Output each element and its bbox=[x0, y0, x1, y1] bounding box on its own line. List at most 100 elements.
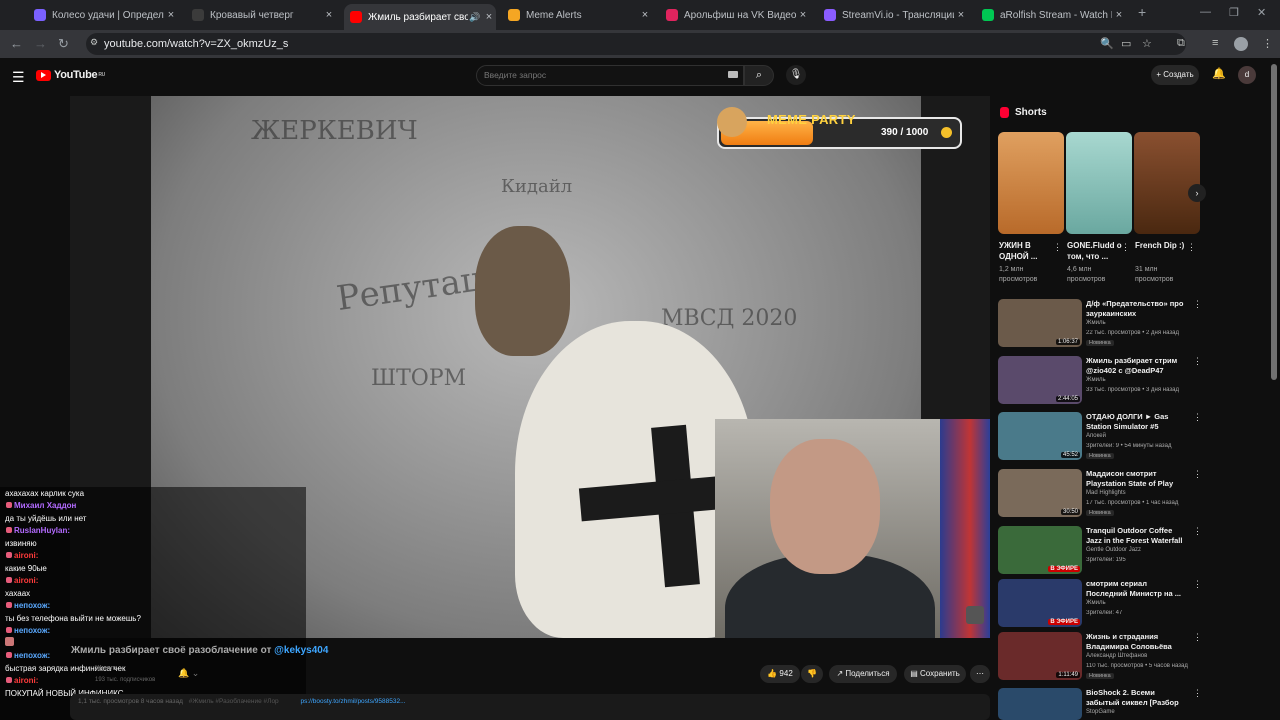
recommended-video[interactable]: В ЭФИРЕ смотрим сериал Последний Министр… bbox=[998, 579, 1202, 633]
webcam-overlay bbox=[715, 419, 990, 638]
maximize-icon[interactable]: ❐ bbox=[1229, 6, 1239, 19]
video-menu-icon[interactable]: ⋮ bbox=[1193, 632, 1202, 643]
tab-close-icon[interactable]: × bbox=[322, 9, 336, 21]
save-button[interactable]: ▤ Сохранить bbox=[904, 665, 966, 683]
video-menu-icon[interactable]: ⋮ bbox=[1193, 299, 1202, 310]
notifications-bell-icon[interactable]: 🔔 bbox=[1212, 67, 1226, 80]
forward-icon[interactable]: → bbox=[34, 36, 47, 51]
media-control-icon[interactable]: ≡ bbox=[1212, 37, 1218, 49]
recommended-video[interactable]: BioShock 2. Всеми забытый сиквел [Разбор… bbox=[998, 688, 1202, 720]
recommended-video[interactable]: 45:52 ОТДАЮ ДОЛГИ ► Gas Station Simulato… bbox=[998, 412, 1202, 466]
share-button[interactable]: ↗ Поделиться bbox=[829, 665, 897, 683]
chat-badge-icon bbox=[6, 677, 12, 683]
keyboard-icon[interactable] bbox=[728, 71, 738, 78]
search-input[interactable]: Введите запрос bbox=[476, 65, 744, 86]
tab-close-icon[interactable]: × bbox=[796, 9, 810, 21]
tab-favicon-icon bbox=[666, 9, 678, 21]
short-title[interactable]: GONE.Fludd о том, что ... bbox=[1067, 240, 1123, 262]
extensions-icon[interactable]: ⧉ bbox=[1177, 37, 1185, 50]
emote-icon bbox=[5, 637, 14, 646]
description-link[interactable]: ps://boosty.to/zhmil/posts/9588532... bbox=[300, 698, 405, 705]
hamburger-menu-icon[interactable]: ☰ bbox=[12, 69, 25, 86]
video-menu-icon[interactable]: ⋮ bbox=[1193, 526, 1202, 537]
close-window-icon[interactable]: ✕ bbox=[1257, 6, 1266, 19]
video-thumbnail: 2:44:05 bbox=[998, 356, 1082, 404]
tab-favicon-icon bbox=[982, 9, 994, 21]
address-input[interactable]: youtube.com/watch?v=ZX_okmzUz_s bbox=[86, 33, 1186, 55]
new-tab-icon[interactable]: + bbox=[1138, 4, 1146, 20]
short-title[interactable]: УЖИН В ОДНОЙ ... bbox=[999, 240, 1055, 262]
video-menu-icon[interactable]: ⋮ bbox=[1193, 412, 1202, 423]
recommended-video[interactable]: 1:11:49 Жизнь и страдания Владимира Соло… bbox=[998, 632, 1202, 686]
chat-username: Михаил Хаддон bbox=[0, 500, 306, 512]
channel-name[interactable]: Жмиль bbox=[95, 665, 118, 672]
more-actions-button[interactable]: ⋯ bbox=[970, 665, 990, 683]
page-scrollbar[interactable] bbox=[1271, 64, 1277, 380]
tab-bloody-thursday[interactable]: Кровавый четверг × bbox=[186, 4, 336, 26]
short-menu-icon[interactable]: ⋮ bbox=[1121, 242, 1130, 253]
tab-close-icon[interactable]: × bbox=[482, 11, 496, 23]
chrome-menu-icon[interactable]: ⋮ bbox=[1262, 37, 1273, 50]
short-menu-icon[interactable]: ⋮ bbox=[1053, 242, 1062, 253]
like-button[interactable]: 👍 942 bbox=[760, 665, 800, 683]
tab-youtube-video[interactable]: Жмиль разбирает своё ра 🔊 × bbox=[344, 4, 496, 30]
tab-label: Жмиль разбирает своё ра bbox=[368, 11, 468, 23]
tab-close-icon[interactable]: × bbox=[164, 9, 178, 21]
chat-badge-icon bbox=[6, 502, 12, 508]
video-menu-icon[interactable]: ⋮ bbox=[1193, 469, 1202, 480]
youtube-logo[interactable]: YouTube RU bbox=[36, 69, 105, 81]
chat-badge-icon bbox=[6, 627, 12, 633]
tab-arolfish-stream[interactable]: aRolfish Stream - Watch Live on × bbox=[976, 4, 1126, 26]
tab-wheel-of-fortune[interactable]: Колесо удачи | Определите по × bbox=[28, 4, 178, 26]
subscribe-bell-icon[interactable]: 🔔 ⌄ bbox=[178, 668, 199, 679]
video-menu-icon[interactable]: ⋮ bbox=[1193, 579, 1202, 590]
video-menu-icon[interactable]: ⋮ bbox=[1193, 688, 1202, 699]
short-views: 1,2 млн просмотров bbox=[999, 266, 1038, 283]
zoom-icon[interactable]: 🔍 bbox=[1100, 37, 1114, 50]
short-thumbnail[interactable] bbox=[998, 132, 1064, 234]
voice-search-button[interactable]: 🎙 bbox=[786, 65, 806, 85]
minimize-icon[interactable]: — bbox=[1200, 6, 1211, 18]
recommended-video[interactable]: 1:06:37 Д/ф «Предательство» про зауркаин… bbox=[998, 299, 1202, 353]
shorts-heading: Shorts bbox=[1000, 107, 1047, 118]
site-info-icon[interactable]: ⚙ bbox=[90, 37, 98, 48]
tab-meme-alerts[interactable]: Meme Alerts × bbox=[502, 4, 652, 26]
speaker-icon[interactable]: 🔊 bbox=[468, 12, 482, 23]
profile-avatar-icon[interactable] bbox=[1234, 37, 1248, 51]
short-thumbnail[interactable] bbox=[1134, 132, 1200, 234]
video-thumbnail: В ЭФИРЕ bbox=[998, 526, 1082, 574]
create-button[interactable]: + Создать bbox=[1151, 65, 1199, 85]
tab-streamvi[interactable]: StreamVi.io - Трансляции в нес × bbox=[818, 4, 968, 26]
video-description[interactable]: 1,1 тыс. просмотров 8 часов назад #Жмиль… bbox=[70, 694, 990, 720]
duration-badge: 2:44:05 bbox=[1055, 396, 1080, 402]
short-title[interactable]: French Dip :) bbox=[1135, 240, 1191, 251]
tab-close-icon[interactable]: × bbox=[638, 9, 652, 21]
tab-close-icon[interactable]: × bbox=[1112, 9, 1126, 21]
account-avatar[interactable]: d bbox=[1238, 66, 1256, 84]
meme-party-count: 390 / 1000 bbox=[881, 127, 929, 138]
subscriber-count: 193 тыс. подписчиков bbox=[95, 677, 156, 683]
video-menu-icon[interactable]: ⋮ bbox=[1193, 356, 1202, 367]
video-thumbnail: В ЭФИРЕ bbox=[998, 579, 1082, 627]
short-menu-icon[interactable]: ⋮ bbox=[1187, 242, 1196, 253]
recommended-title: Жизнь и страдания Владимира Соловьёва bbox=[1086, 632, 1172, 651]
tab-label: Кровавый четверг bbox=[210, 9, 294, 21]
search-button[interactable]: ⌕ bbox=[744, 65, 774, 86]
title-handle-link[interactable]: @kekys404 bbox=[274, 645, 328, 656]
reload-icon[interactable]: ↻ bbox=[58, 36, 69, 52]
chat-username: непохож: bbox=[0, 600, 306, 612]
recommended-meta: 33 тыс. просмотров • 3 дня назад bbox=[1086, 387, 1179, 393]
recommended-video[interactable]: 30:50 Маддисон смотрит Playstation State… bbox=[998, 469, 1202, 523]
cast-icon[interactable]: ▭ bbox=[1121, 37, 1131, 50]
recommended-video[interactable]: 2:44:05 Жмиль разбирает стрим @zio402 с … bbox=[998, 356, 1202, 410]
back-icon[interactable]: ← bbox=[10, 36, 23, 51]
short-thumbnail[interactable] bbox=[1066, 132, 1132, 234]
tab-vk-video[interactable]: Арольфиш на VK Видео Live - × bbox=[660, 4, 810, 26]
tab-close-icon[interactable]: × bbox=[954, 9, 968, 21]
dislike-button[interactable]: 👎 bbox=[801, 665, 823, 683]
bookmark-star-icon[interactable]: ☆ bbox=[1142, 37, 1152, 50]
flag-background bbox=[940, 419, 990, 638]
thumbs-up-icon: 👍 bbox=[767, 669, 778, 678]
shorts-next-button[interactable]: › bbox=[1188, 184, 1206, 202]
recommended-video[interactable]: В ЭФИРЕ Tranquil Outdoor Coffee Jazz in … bbox=[998, 526, 1202, 580]
